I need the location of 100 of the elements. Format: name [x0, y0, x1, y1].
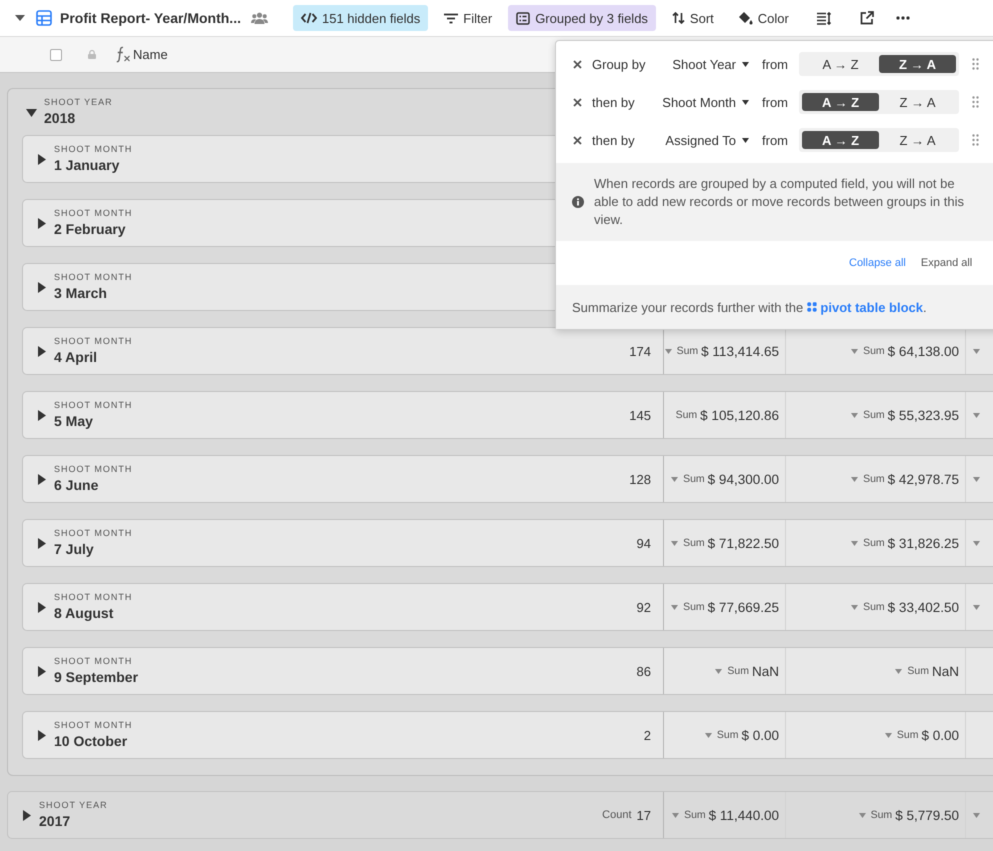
group-row[interactable]: SHOOT MONTH 4 April 174 Sum $ 113,414.65 Sum $ 64,138.00 — [22, 327, 993, 375]
sort-button[interactable]: Sort — [664, 5, 722, 31]
caret-right-icon[interactable] — [36, 474, 47, 484]
rule-label: Group by — [592, 56, 646, 72]
group-value: 2018 — [44, 109, 76, 128]
group-field-label: SHOOT MONTH — [54, 463, 132, 476]
summary-label: Sum — [727, 665, 749, 677]
field-dropdown[interactable]: Shoot Year — [672, 56, 749, 72]
sort-option[interactable]: A → Z — [802, 131, 879, 149]
remove-icon[interactable] — [573, 98, 582, 106]
summary-value: NaN — [752, 664, 779, 678]
caret-right-icon[interactable] — [36, 154, 47, 164]
drag-handle-icon[interactable] — [972, 134, 979, 146]
group-row[interactable]: SHOOT MONTH 6 June 128 Sum $ 94,300.00 Sum $ 42,978.75 — [22, 455, 993, 503]
record-count: 174 — [629, 344, 651, 358]
sort-option[interactable]: A → Z — [802, 93, 879, 111]
field-dropdown[interactable]: Shoot Month — [662, 94, 749, 110]
group-row[interactable]: SHOOT MONTH 8 August 92 Sum $ 77,669.25 Sum $ 33,402.50 — [22, 583, 993, 631]
caret-down-icon — [742, 62, 749, 66]
sort-option[interactable]: Z → A — [879, 131, 956, 149]
hidden-button[interactable]: 151 hidden fields — [292, 5, 428, 31]
record-count: 94 — [636, 536, 651, 550]
caret-right-icon[interactable] — [36, 602, 47, 612]
group-field-label: SHOOT MONTH — [54, 399, 132, 412]
summary-label: Sum — [870, 809, 892, 821]
summary-label: Sum — [684, 809, 706, 821]
remove-icon[interactable] — [573, 136, 582, 144]
caret-right-icon[interactable] — [36, 346, 47, 356]
share-icon[interactable] — [860, 11, 874, 25]
group-value: 2 February — [54, 220, 127, 239]
group-row[interactable]: SHOOT YEAR 2017 Count 17 Sum $ 11,440.00 Sum $ 5,779.50 — [7, 791, 993, 839]
remove-icon[interactable] — [573, 60, 582, 68]
summary-value: $ 105,120.86 — [700, 408, 779, 422]
summary-value: NaN — [932, 664, 959, 678]
summary-value: $ 11,440.00 — [708, 808, 779, 822]
record-count: 128 — [629, 472, 651, 486]
list-icon — [516, 12, 530, 24]
group-row[interactable]: SHOOT MONTH 5 May 145 Sum $ 105,120.86 Sum $ 55,323.95 — [22, 391, 993, 439]
column-header[interactable]: Name — [133, 47, 168, 62]
summary-label: Sum — [863, 345, 885, 357]
group-button[interactable]: Grouped by 3 fields — [508, 5, 656, 31]
caret-down-icon — [742, 100, 749, 104]
summary-label: Sum — [863, 537, 885, 549]
summary-value: $ 113,414.65 — [701, 344, 779, 358]
sort-option[interactable]: A → Z — [802, 55, 879, 73]
rule-connector: from — [762, 132, 789, 148]
group-row[interactable]: SHOOT MONTH 7 July 94 Sum $ 71,822.50 Sum $ 31,826.25 — [22, 519, 993, 567]
caret-right-icon[interactable] — [36, 666, 47, 676]
drag-handle-icon[interactable] — [972, 58, 979, 70]
group-value: 8 August — [54, 604, 114, 623]
caret-right-icon[interactable] — [36, 538, 47, 548]
grid-icon — [36, 10, 52, 26]
group-row[interactable]: SHOOT MONTH 10 October 2 Sum $ 0.00 Sum $ 0.00 — [22, 711, 993, 759]
group-field-label: SHOOT MONTH — [54, 335, 132, 348]
group-field-label: SHOOT MONTH — [54, 527, 132, 540]
rule-connector: from — [762, 56, 789, 72]
view-title[interactable]: Profit Report- Year/Month... — [60, 10, 241, 26]
expand-all-link[interactable]: Expand all — [920, 257, 972, 269]
group-row[interactable]: SHOOT MONTH 9 September 86 Sum NaN Sum NaN — [22, 647, 993, 695]
record-count: 86 — [636, 664, 651, 678]
caret-right-icon[interactable] — [21, 810, 32, 820]
caret-right-icon[interactable] — [36, 730, 47, 740]
select-all-checkbox[interactable] — [50, 48, 62, 60]
caret-down-icon[interactable] — [26, 106, 37, 118]
group-value: 1 January — [54, 156, 120, 175]
summary-value: $ 94,300.00 — [708, 472, 779, 486]
summary-label: Sum — [863, 601, 885, 613]
lock-icon — [88, 50, 96, 59]
people-icon[interactable] — [250, 12, 268, 24]
caret-right-icon[interactable] — [36, 218, 47, 228]
filter-button[interactable]: Filter — [436, 5, 500, 31]
group-value: 5 May — [54, 412, 94, 431]
collapse-all-link[interactable]: Collapse all — [849, 257, 906, 269]
group-field-label: SHOOT MONTH — [54, 207, 132, 220]
record-count: 92 — [636, 600, 651, 614]
info-icon — [572, 196, 584, 208]
sort-option[interactable]: Z → A — [879, 93, 956, 111]
caret-down-icon[interactable] — [15, 15, 25, 21]
field-dropdown[interactable]: Assigned To — [665, 132, 749, 148]
group-value: 2017 — [39, 812, 72, 831]
summary-label: Sum — [896, 729, 918, 741]
drag-handle-icon[interactable] — [972, 96, 979, 108]
summary-value: $ 0.00 — [741, 728, 779, 742]
row-height-icon[interactable] — [816, 12, 832, 24]
summary-label: Sum — [683, 601, 705, 613]
group-value: 7 July — [54, 540, 95, 559]
paint-bucket-icon — [738, 11, 753, 25]
caret-right-icon[interactable] — [36, 282, 47, 292]
summary-label: Sum — [907, 665, 929, 677]
group-field-label: SHOOT MONTH — [54, 655, 134, 668]
color-button[interactable]: Color — [730, 5, 797, 31]
summary-value: $ 0.00 — [921, 728, 959, 742]
summary-label: Sum — [683, 537, 705, 549]
caret-right-icon[interactable] — [36, 410, 47, 420]
group-field-label: SHOOT MONTH — [54, 271, 132, 284]
sort-option[interactable]: Z → A — [879, 55, 956, 73]
record-count: 2 — [644, 728, 651, 742]
rule-label: then by — [592, 94, 635, 110]
more-icon[interactable] — [896, 16, 910, 20]
rule-label: then by — [592, 132, 635, 148]
